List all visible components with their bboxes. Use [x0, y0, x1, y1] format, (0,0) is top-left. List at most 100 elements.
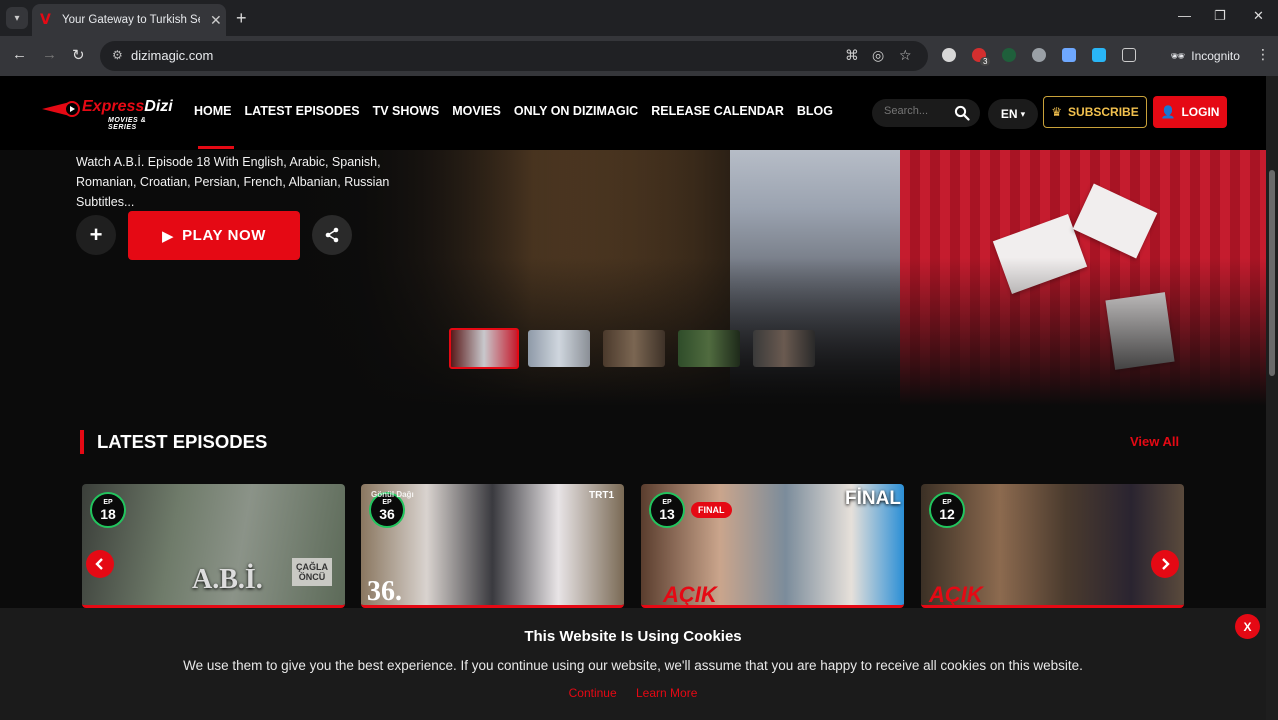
forward-arrow-icon[interactable]: →	[42, 46, 57, 63]
extension-screen-icon[interactable]	[1062, 48, 1076, 62]
scrollbar-thumb[interactable]	[1269, 170, 1275, 376]
share-button[interactable]	[312, 215, 352, 255]
subscribe-button[interactable]: ♛ SUBSCRIBE	[1043, 96, 1147, 128]
reload-icon[interactable]: ↻	[72, 46, 85, 64]
view-all-link[interactable]: View All	[1130, 434, 1179, 449]
chevron-left-icon	[95, 558, 103, 570]
play-now-button[interactable]: ▶ PLAY NOW	[128, 211, 300, 260]
cookie-learn-more-link[interactable]: Learn More	[636, 686, 697, 700]
nav-release-calendar[interactable]: RELEASE CALENDAR	[651, 104, 784, 118]
login-label: LOGIN	[1181, 105, 1220, 119]
logo-text: ExpressDizi	[82, 98, 173, 115]
nav-active-indicator	[198, 146, 234, 149]
hero-thumbnail-2[interactable]	[528, 330, 590, 367]
minimize-icon[interactable]: —	[1178, 8, 1191, 23]
window-close-icon[interactable]: ✕	[1253, 8, 1264, 24]
nav-latest-episodes[interactable]: LATEST EPISODES	[245, 104, 360, 118]
cookie-actions: Continue Learn More	[0, 686, 1266, 700]
nav-blog[interactable]: BLOG	[797, 104, 833, 118]
hero-thumbnail-5[interactable]	[753, 330, 815, 367]
address-bar[interactable]: ⚙ dizimagic.com ⌘ ◎ ☆	[100, 41, 928, 71]
extension-abp-icon[interactable]	[1032, 48, 1046, 62]
restore-icon[interactable]: ❐	[1214, 8, 1226, 24]
chevron-down-icon: ▾	[1020, 108, 1026, 119]
play-now-label: PLAY NOW	[182, 227, 267, 244]
extension-blue-icon[interactable]	[1092, 48, 1106, 62]
hero-description: Watch A.B.İ. Episode 18 With English, Ar…	[76, 155, 390, 209]
tracking-eye-icon[interactable]: ◎	[872, 47, 884, 64]
url-text: dizimagic.com	[131, 48, 214, 63]
cookie-continue-link[interactable]: Continue	[569, 686, 617, 700]
card-overlay-text: A.B.İ.	[192, 564, 263, 595]
tab-title: Your Gateway to Turkish Series	[62, 14, 200, 26]
site-header: ExpressDizi MOVIES & SERIES HOME LATEST …	[0, 76, 1266, 150]
language-selector[interactable]: EN ▾	[988, 99, 1038, 129]
latest-episodes-title: LATEST EPISODES	[97, 431, 268, 452]
final-badge: FINAL	[691, 502, 732, 518]
add-to-list-button[interactable]: +	[76, 215, 116, 255]
page-scrollbar[interactable]	[1266, 76, 1278, 720]
card-corner-text: FİNAL	[845, 488, 901, 509]
episode-number-badge: EP 12	[929, 492, 965, 528]
browser-toolbar: ← → ↻ ⚙ dizimagic.com ⌘ ◎ ☆ 3 🕶 Incognit…	[0, 36, 1278, 76]
section-accent-bar	[80, 430, 84, 454]
card-overlay-text: AÇIK	[929, 582, 983, 607]
page-viewport: Watch A.B.İ. Episode 18 With English, Ar…	[0, 76, 1266, 720]
crown-icon: ♛	[1051, 105, 1063, 119]
episode-card[interactable]: EP 36 Gönül Dağı TRT1 36.	[361, 484, 624, 608]
nav-tv-shows[interactable]: TV SHOWS	[373, 104, 440, 118]
tab-close-icon[interactable]: ✕	[210, 12, 222, 29]
episode-card[interactable]: EP 13 FINAL FİNAL AÇIK	[641, 484, 904, 608]
cookie-banner: This Website Is Using Cookies We use the…	[0, 608, 1266, 720]
user-icon: 👤	[1160, 105, 1176, 119]
site-info-icon[interactable]: ⚙	[112, 48, 123, 62]
browser-tabstrip: ▾ V Your Gateway to Turkish Series ✕ + —…	[0, 0, 1278, 36]
incognito-indicator[interactable]: 🕶 Incognito	[1160, 41, 1240, 71]
extension-badge: 3	[980, 57, 991, 66]
browser-menu-icon[interactable]: ⋮	[1256, 46, 1270, 63]
hero-thumbnail-4[interactable]	[678, 330, 740, 367]
incognito-icon: 🕶	[1170, 49, 1186, 63]
tab-search-chevron-icon[interactable]: ▾	[6, 7, 28, 29]
back-arrow-icon[interactable]: ←	[12, 46, 27, 63]
episode-card[interactable]: EP 12 AÇIK	[921, 484, 1184, 608]
site-favicon-icon: V	[40, 12, 51, 28]
nav-movies[interactable]: MOVIES	[452, 104, 501, 118]
new-tab-plus-icon[interactable]: +	[236, 8, 247, 29]
cookie-title: This Website Is Using Cookies	[524, 628, 742, 645]
episode-number-badge: EP 13	[649, 492, 685, 528]
episode-number-badge: EP 18	[90, 492, 126, 528]
bookmark-star-icon[interactable]: ☆	[899, 47, 912, 64]
search-box	[872, 99, 980, 127]
card-overlay-text: 36.	[367, 576, 402, 607]
share-icon	[325, 227, 339, 243]
site-logo[interactable]: ExpressDizi MOVIES & SERIES	[42, 96, 173, 131]
chevron-right-icon	[1162, 558, 1170, 570]
episode-card[interactable]: EP 18 A.B.İ. ÇAĞLA ÖNCÜ	[82, 484, 345, 608]
nav-only-on-dizimagic[interactable]: ONLY ON DIZIMAGIC	[514, 104, 638, 118]
nav-home[interactable]: HOME	[194, 104, 232, 118]
login-button[interactable]: 👤 LOGIN	[1153, 96, 1227, 128]
card-channel-logo: TRT1	[589, 490, 614, 501]
extensions-puzzle-icon[interactable]	[1122, 48, 1136, 62]
translate-icon[interactable]: ⌘	[845, 47, 859, 64]
card-overlay-text: AÇIK	[663, 582, 717, 607]
logo-tagline: MOVIES & SERIES	[108, 117, 147, 131]
language-label: EN	[1000, 107, 1018, 121]
logo-mark-icon	[42, 101, 80, 117]
hero-thumbnail-3[interactable]	[603, 330, 665, 367]
card-stone-text: ÇAĞLA ÖNCÜ	[292, 558, 332, 586]
incognito-label: Incognito	[1191, 49, 1240, 63]
subscribe-label: SUBSCRIBE	[1068, 105, 1139, 119]
extension-leaf-icon[interactable]	[942, 48, 956, 62]
search-icon[interactable]	[954, 105, 970, 121]
hero-thumbnail-1[interactable]	[449, 328, 519, 369]
extension-green-icon[interactable]	[1002, 48, 1016, 62]
carousel-next-button[interactable]	[1151, 550, 1179, 578]
browser-tab[interactable]: V Your Gateway to Turkish Series ✕	[32, 4, 226, 36]
cookie-close-button[interactable]: X	[1235, 614, 1260, 639]
carousel-prev-button[interactable]	[86, 550, 114, 578]
search-input[interactable]	[884, 105, 948, 117]
main-navigation: HOME LATEST EPISODES TV SHOWS MOVIES ONL…	[194, 104, 833, 149]
cookie-message: We use them to give you the best experie…	[183, 658, 1083, 673]
